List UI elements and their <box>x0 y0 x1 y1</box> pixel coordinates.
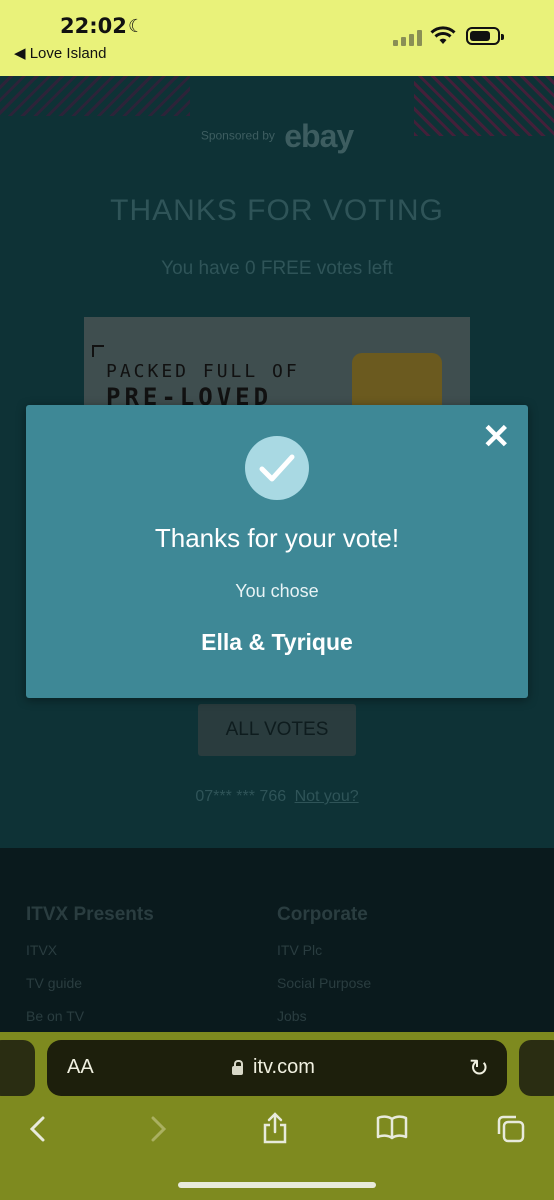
back-to-app-link[interactable]: ◀ Love Island <box>14 44 106 62</box>
footer-link-social-purpose[interactable]: Social Purpose <box>277 975 371 991</box>
moon-icon: ☾ <box>128 16 145 36</box>
home-indicator <box>178 1182 376 1188</box>
footer-link-itv-plc[interactable]: ITV Plc <box>277 942 371 958</box>
footer-link-itvx[interactable]: ITVX <box>26 942 154 958</box>
browser-toolbar: AA itv.com ↻ <box>0 1032 554 1200</box>
wifi-icon <box>430 26 456 44</box>
url-text[interactable]: itv.com <box>253 1056 315 1079</box>
ad-corner-mark <box>92 345 104 357</box>
masked-phone-number: 07*** *** 766 <box>195 788 287 805</box>
signal-icon <box>393 28 423 46</box>
sponsor-banner: Sponsored by ebay <box>0 118 554 155</box>
address-bar[interactable]: AA itv.com ↻ <box>47 1040 507 1096</box>
share-icon[interactable] <box>262 1112 288 1144</box>
battery-icon <box>466 27 504 45</box>
footer-column-corporate: Corporate ITV Plc Social Purpose Jobs <box>277 904 371 1041</box>
modal-subtitle: You chose <box>235 581 319 601</box>
browser-nav-bar <box>0 1110 554 1150</box>
lock-icon <box>232 1060 243 1075</box>
forward-icon[interactable] <box>148 1116 168 1142</box>
clock: 22:02 <box>60 14 127 38</box>
page-title: THANKS FOR VOTING <box>110 194 444 227</box>
free-votes-text: You have 0 FREE votes left <box>161 258 393 279</box>
ebay-logo: ebay <box>284 118 354 154</box>
close-icon[interactable]: ✕ <box>482 420 511 454</box>
site-footer: ITVX Presents ITVX TV guide Be on TV Cor… <box>0 848 554 1032</box>
modal-title: Thanks for your vote! <box>154 523 400 553</box>
footer-heading: Corporate <box>277 904 368 925</box>
sponsored-label: Sponsored by <box>200 128 275 143</box>
ad-headline-1: PACKED FULL OF <box>106 361 300 382</box>
text-size-button[interactable]: AA <box>67 1056 94 1079</box>
check-icon <box>245 436 309 500</box>
not-you-link[interactable]: Not you? <box>295 788 359 805</box>
vote-confirmation-modal: ✕ Thanks for your vote! You chose Ella &… <box>26 405 528 698</box>
decorative-stripes <box>0 76 190 116</box>
previous-tab-preview[interactable] <box>0 1040 35 1096</box>
footer-link-jobs[interactable]: Jobs <box>277 1008 371 1024</box>
footer-link-be-on-tv[interactable]: Be on TV <box>26 1008 154 1024</box>
chosen-couple: Ella & Tyrique <box>201 629 353 655</box>
footer-heading: ITVX Presents <box>26 904 154 925</box>
reload-icon[interactable]: ↻ <box>469 1054 489 1083</box>
status-bar: 22:02 ☾ ◀ Love Island <box>0 0 554 76</box>
tabs-icon[interactable] <box>496 1114 526 1144</box>
phone-line: 07*** *** 766 Not you? <box>0 788 554 806</box>
footer-link-tv-guide[interactable]: TV guide <box>26 975 154 991</box>
back-icon[interactable] <box>28 1116 48 1142</box>
text-size-label: AA <box>67 1056 94 1078</box>
next-tab-preview[interactable] <box>519 1040 554 1096</box>
footer-column-itvx: ITVX Presents ITVX TV guide Be on TV <box>26 904 154 1041</box>
all-votes-button[interactable]: ALL VOTES <box>198 704 356 756</box>
bookmarks-icon[interactable] <box>376 1114 408 1140</box>
